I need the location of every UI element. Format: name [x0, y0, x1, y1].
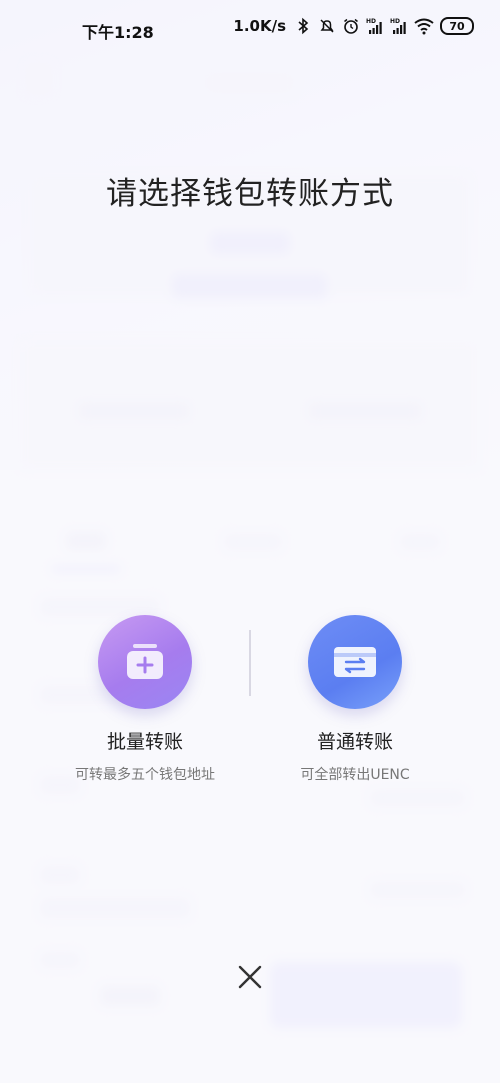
normal-transfer-label: 普通转账: [316, 731, 393, 753]
wifi-icon: [414, 18, 434, 35]
battery-indicator: 70: [440, 17, 474, 35]
normal-transfer-button[interactable]: [308, 615, 402, 709]
batch-transfer-option[interactable]: 批量转账 可转最多五个钱包地址: [35, 615, 255, 784]
status-time: 下午1:28: [82, 23, 154, 42]
dialog-title: 请选择钱包转账方式: [106, 176, 394, 212]
bluetooth-icon: [298, 17, 309, 35]
modal-overlay[interactable]: [0, 0, 500, 1083]
mute-icon: [320, 19, 334, 33]
card-swap-icon: [334, 647, 376, 677]
close-icon: [238, 965, 262, 989]
normal-transfer-option[interactable]: 普通转账 可全部转出UENC: [245, 615, 465, 784]
status-right: 1.0K/s HD HD 70: [233, 17, 474, 35]
batch-transfer-label: 批量转账: [106, 731, 183, 753]
svg-text:HD: HD: [366, 18, 376, 25]
signal-hd-icon-2: HD: [390, 18, 406, 34]
batch-transfer-desc: 可转最多五个钱包地址: [75, 767, 215, 783]
svg-text:HD: HD: [390, 18, 400, 25]
batch-transfer-button[interactable]: [98, 615, 192, 709]
wallet-plus-icon: [127, 644, 163, 679]
close-button[interactable]: [231, 958, 269, 996]
signal-hd-icon: HD: [366, 18, 382, 34]
alarm-icon: [344, 18, 358, 34]
network-speed: 1.0K/s: [233, 17, 286, 35]
status-bar: 下午1:28 1.0K/s HD HD 70: [0, 0, 500, 58]
normal-transfer-desc: 可全部转出UENC: [300, 767, 410, 783]
